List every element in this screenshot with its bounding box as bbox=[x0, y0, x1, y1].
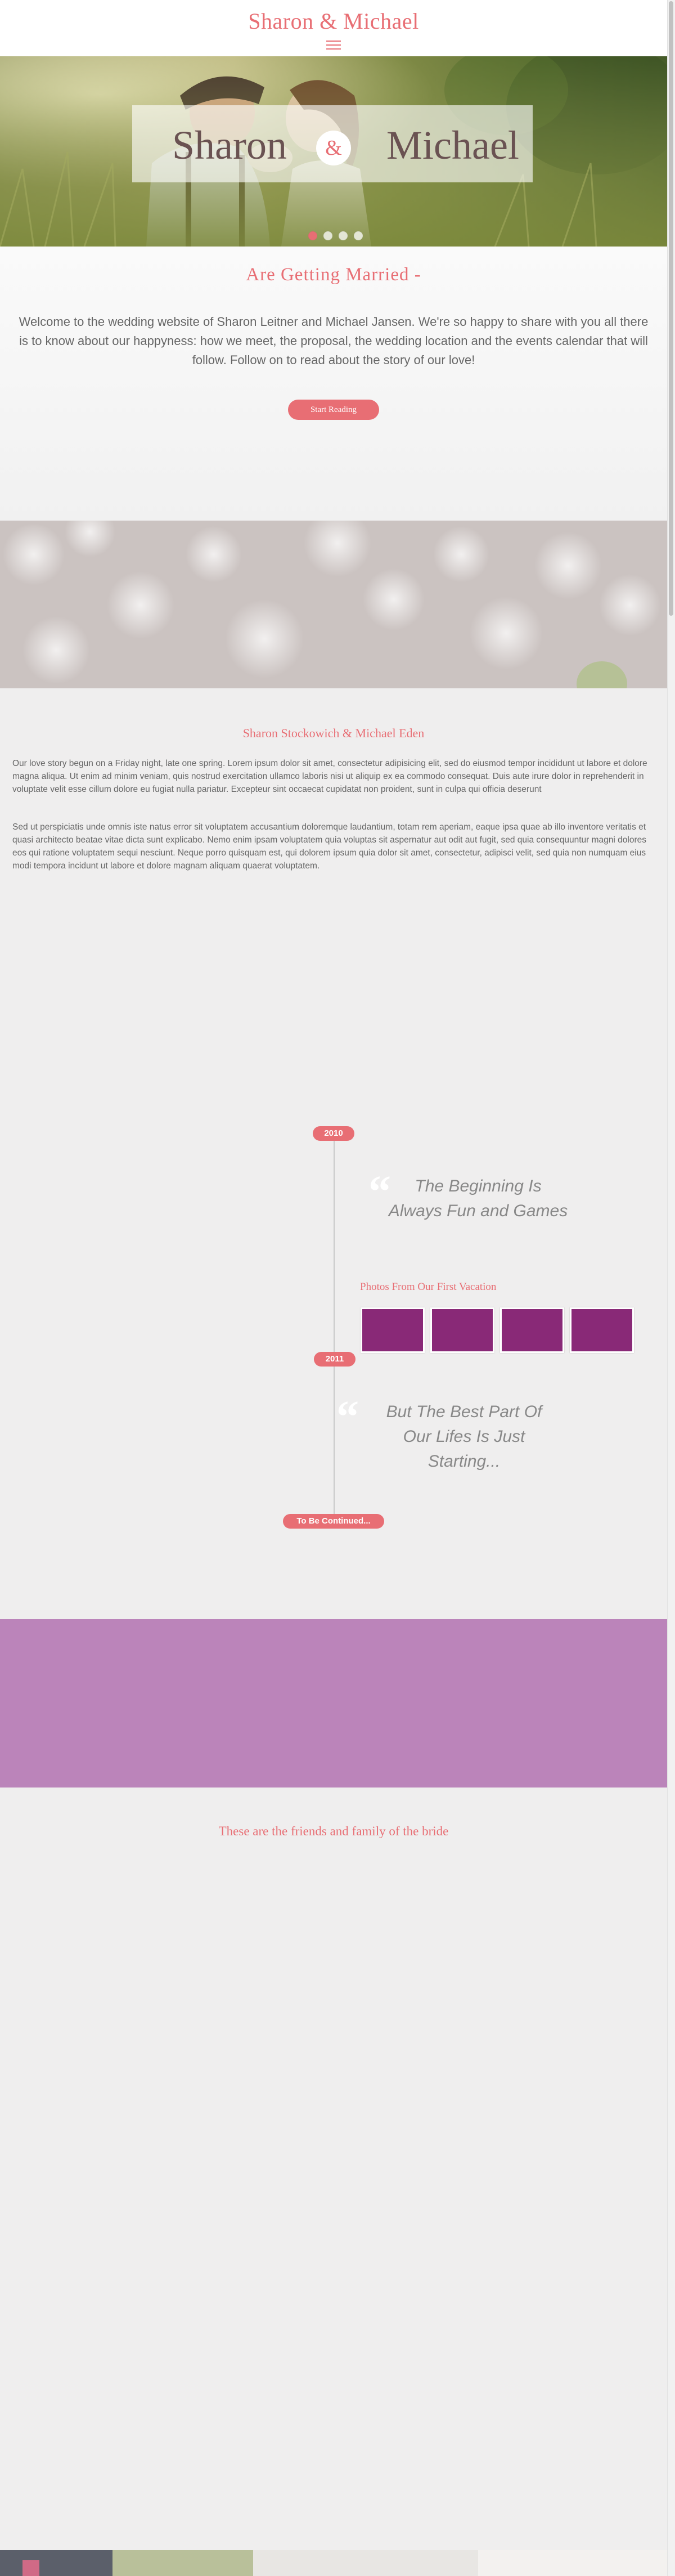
vacation-photo-thumbnail[interactable] bbox=[500, 1307, 564, 1353]
story-heading: Sharon Stockowich & Michael Eden bbox=[242, 726, 425, 740]
photos-heading: Photos From Our First Vacation bbox=[360, 1281, 497, 1293]
intro-text: Welcome to the wedding website of Sharon… bbox=[19, 315, 649, 367]
vacation-photo-thumbnail[interactable] bbox=[361, 1307, 425, 1353]
gallery-image-strip bbox=[0, 2550, 667, 2576]
vacation-photo-thumbnail[interactable] bbox=[430, 1307, 494, 1353]
start-reading-button[interactable]: Start Reading bbox=[288, 400, 379, 420]
slider-dot[interactable] bbox=[308, 231, 317, 240]
slider-dot[interactable] bbox=[339, 231, 348, 240]
bride-name: Sharon bbox=[172, 123, 287, 168]
quote-mark-icon: “ bbox=[368, 1167, 391, 1217]
purple-divider-band bbox=[0, 1619, 667, 1787]
hamburger-icon[interactable] bbox=[326, 39, 341, 51]
to-be-continued-button[interactable]: To Be Continued... bbox=[283, 1514, 384, 1529]
groom-name: Michael bbox=[386, 123, 519, 168]
friends-heading: These are the friends and family of the … bbox=[218, 1824, 449, 1838]
slider-dot[interactable] bbox=[323, 231, 332, 240]
quote-mark-icon: “ bbox=[336, 1392, 359, 1442]
year-badge-2011: 2011 bbox=[314, 1352, 356, 1367]
ampersand-badge: & bbox=[316, 131, 351, 165]
bokeh-divider-image bbox=[0, 521, 667, 688]
slider-dot[interactable] bbox=[354, 231, 363, 240]
story-paragraph: Sed ut perspiciatis unde omnis iste natu… bbox=[12, 822, 646, 871]
scrollbar-thumb[interactable] bbox=[669, 1, 673, 616]
timeline-quote: But The Best Part Of Our Lifes Is Just S… bbox=[386, 1403, 542, 1471]
year-badge-2010: 2010 bbox=[313, 1126, 354, 1141]
site-title[interactable]: Sharon & Michael bbox=[0, 8, 667, 34]
intro-section bbox=[0, 247, 667, 521]
timeline-quote: The Beginning Is Always Fun and Games bbox=[388, 1177, 568, 1220]
vacation-photo-thumbnail[interactable] bbox=[570, 1307, 634, 1353]
intro-heading: Are Getting Married - bbox=[246, 265, 421, 285]
story-paragraph: Our love story begun on a Friday night, … bbox=[12, 759, 647, 794]
timeline-line bbox=[334, 1131, 335, 1518]
